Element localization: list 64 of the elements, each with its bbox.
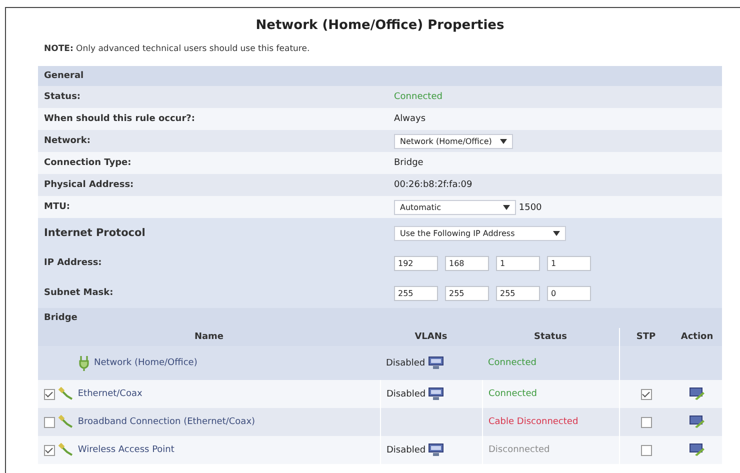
field-value: Bridge <box>394 158 424 168</box>
section-heading: General <box>44 71 84 81</box>
edit-icon[interactable] <box>689 443 705 457</box>
dropdown[interactable]: Use the Following IP Address <box>394 226 566 240</box>
input-field[interactable]: 255 <box>496 286 540 300</box>
input-field[interactable]: 255 <box>394 286 438 300</box>
cable-icon <box>58 387 74 401</box>
field-label: Connection Type: <box>44 158 132 168</box>
checkbox[interactable] <box>640 416 652 428</box>
status-text: Connected <box>488 358 536 368</box>
port-name: Ethernet/Coax <box>78 389 142 400</box>
field-label: IP Address: <box>44 258 102 268</box>
page-title: Network (Home/Office) Properties <box>254 17 506 33</box>
input-field[interactable]: 255 <box>445 286 489 300</box>
cable-icon <box>58 443 74 457</box>
field-label: MTU: <box>44 202 70 212</box>
column-header: VLANs <box>414 332 448 342</box>
status-text: Cable Disconnected <box>488 417 578 427</box>
checkbox[interactable] <box>44 416 55 428</box>
input-field[interactable]: 1 <box>547 256 591 270</box>
field-label: Internet Protocol <box>44 227 146 239</box>
vlans-text: Disabled <box>386 358 426 368</box>
caret-icon <box>503 204 510 210</box>
input-field[interactable]: 0 <box>547 286 591 300</box>
status-text: Disconnected <box>488 445 550 455</box>
field-value: Connected <box>394 92 442 102</box>
column-header: Action <box>680 332 714 342</box>
plug-icon <box>78 355 90 371</box>
section-heading: Bridge <box>44 313 78 323</box>
column-header: Status <box>534 332 567 342</box>
column-header: Name <box>194 332 224 342</box>
monitor-icon[interactable] <box>428 443 444 457</box>
vlans-text: Disabled <box>386 389 426 400</box>
port-name: Wireless Access Point <box>78 445 174 456</box>
field-label: When should this rule occur?: <box>44 114 195 124</box>
input-field[interactable]: 192 <box>394 256 438 270</box>
field-label: Network: <box>44 136 90 146</box>
port-name: Broadband Connection (Ethernet/Coax) <box>78 417 256 428</box>
status-text: Connected <box>488 389 537 399</box>
edit-icon[interactable] <box>689 387 705 401</box>
checkbox[interactable] <box>640 444 652 456</box>
input-field[interactable]: 168 <box>445 256 489 270</box>
dropdown[interactable]: Automatic <box>394 200 516 214</box>
field-value: Always <box>394 114 426 124</box>
caret-icon <box>500 138 507 144</box>
network-name: Network (Home/Office) <box>94 358 198 368</box>
field-label: Status: <box>44 92 81 102</box>
column-header: STP <box>636 332 656 342</box>
edit-icon[interactable] <box>689 415 705 429</box>
dropdown[interactable]: Network (Home/Office) <box>394 134 513 148</box>
field-label: Subnet Mask: <box>44 288 114 298</box>
cable-icon <box>58 415 74 429</box>
field-value: 00:26:b8:2f:fa:09 <box>394 180 472 190</box>
checkbox[interactable] <box>44 388 55 400</box>
field-label: Physical Address: <box>44 180 134 190</box>
field-value: 1500 <box>518 202 542 212</box>
monitor-icon[interactable] <box>428 356 444 370</box>
caret-icon <box>553 230 560 236</box>
input-field[interactable]: 1 <box>496 256 540 270</box>
checkbox[interactable] <box>640 388 652 400</box>
note-text: NOTE: Only advanced technical users should use this feature. <box>44 44 311 54</box>
checkbox[interactable] <box>44 444 55 456</box>
monitor-icon[interactable] <box>428 387 444 401</box>
vlans-text: Disabled <box>386 445 426 456</box>
